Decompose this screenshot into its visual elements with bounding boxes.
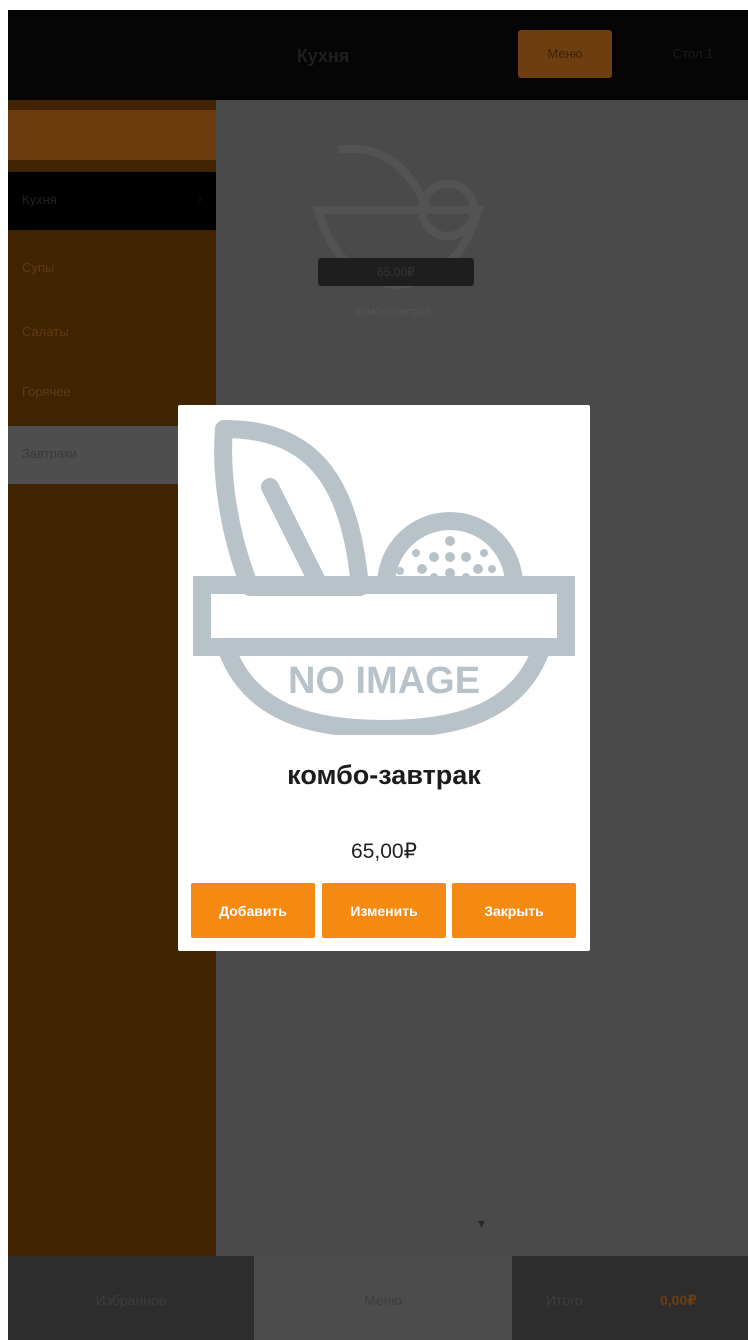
chevron-right-icon: › xyxy=(198,192,202,206)
add-button-label: Добавить xyxy=(219,903,287,919)
menu-tab-label: Меню xyxy=(364,1292,402,1308)
menu-tab[interactable]: Меню xyxy=(254,1256,512,1340)
header-title: Кухня xyxy=(296,46,350,66)
no-image-placeholder-icon: NO IMAGE xyxy=(193,420,575,735)
product-title: комбо-завтрак xyxy=(287,760,481,790)
chevron-down-icon[interactable]: ▾ xyxy=(478,1215,485,1232)
product-tile-name: комбо-завтрак xyxy=(356,306,430,318)
edit-button-label: Изменить xyxy=(350,903,418,919)
sidebar-item-label: Горячее xyxy=(22,384,71,399)
sidebar-item-kitchen[interactable]: Кухня › xyxy=(8,172,216,230)
favorites-tab[interactable]: Избранное xyxy=(8,1256,254,1340)
product-dialog: NO IMAGE комбо-завтрак 65,00₽ Добавить И… xyxy=(178,405,590,951)
favorites-tab-label: Избранное xyxy=(95,1292,167,1308)
header-menu-button[interactable]: Меню xyxy=(518,30,612,78)
sidebar-header xyxy=(8,110,216,160)
sidebar-item-soups[interactable]: Супы xyxy=(8,240,216,298)
edit-button[interactable]: Изменить xyxy=(322,883,446,938)
sidebar-item-label: Кухня xyxy=(22,192,57,207)
sidebar-item-label: Завтраки xyxy=(22,446,78,461)
product-price: 65,00₽ xyxy=(351,840,417,863)
sidebar-item-label: Салаты xyxy=(22,324,69,339)
table-label[interactable]: Стол 1 xyxy=(648,46,738,61)
total-tab[interactable]: Итого 0,00₽ xyxy=(512,1256,748,1340)
header-menu-label: Меню xyxy=(547,46,583,61)
no-image-text: NO IMAGE xyxy=(288,660,480,702)
top-bar: Кухня Меню Стол 1 xyxy=(8,10,748,100)
product-tile-price-text: 65,00₽ xyxy=(377,265,415,279)
sidebar-item-salads[interactable]: Салаты xyxy=(8,304,216,362)
add-button[interactable]: Добавить xyxy=(191,883,315,938)
product-tile-price: 65,00₽ xyxy=(318,258,474,286)
close-button-label: Закрыть xyxy=(484,903,544,919)
close-button[interactable]: Закрыть xyxy=(452,883,576,938)
total-label: Итого xyxy=(546,1292,583,1308)
total-sum: 0,00₽ xyxy=(660,1292,697,1308)
sidebar-item-label: Супы xyxy=(22,260,55,275)
